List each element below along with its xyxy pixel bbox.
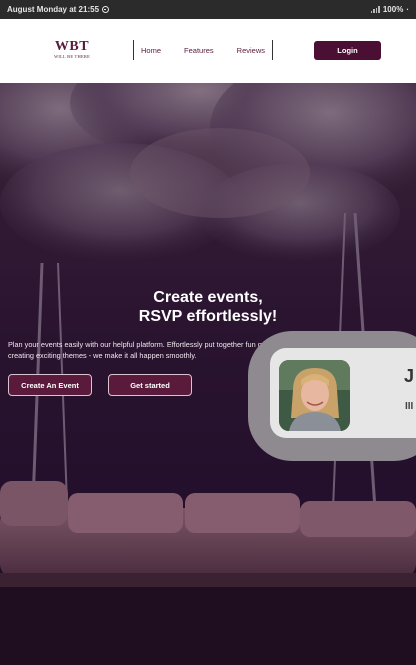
testimonial-name: J [404, 366, 415, 386]
hero-headline-line2: RSVP effortlessly! [138, 308, 278, 325]
battery-icon: · [406, 5, 409, 14]
hero-headline-line1: Create events, [153, 289, 263, 306]
status-time: August Monday at 21:55 [7, 5, 100, 14]
battery-level: 100% [382, 5, 404, 14]
hero-section: Create events, RSVP effortlessly! Plan y… [0, 83, 416, 665]
nav-reviews-link[interactable]: Reviews [237, 46, 265, 55]
nav-home-link[interactable]: Home [141, 46, 161, 55]
login-button[interactable]: Login [314, 41, 381, 60]
nav-features-link[interactable]: Features [184, 46, 214, 55]
logo-mark: WBT [54, 39, 90, 54]
main-nav: Home Features Reviews [133, 40, 273, 60]
logo[interactable]: WBT WILL BE THERE [49, 40, 95, 60]
create-event-button[interactable]: Create An Event [8, 374, 92, 396]
hero-headline: Create events, RSVP effortlessly! [0, 288, 416, 326]
logo-tagline: WILL BE THERE [53, 54, 91, 59]
avatar-photo [279, 360, 350, 431]
do-not-disturb-icon [102, 6, 110, 13]
avatar [279, 360, 350, 431]
testimonial-role: III [405, 401, 414, 412]
site-header: WBT WILL BE THERE Home Features Reviews … [0, 19, 416, 83]
get-started-button[interactable]: Get started [108, 374, 192, 396]
status-bar: August Monday at 21:55 100% · [0, 0, 416, 19]
signal-icon [370, 6, 380, 13]
